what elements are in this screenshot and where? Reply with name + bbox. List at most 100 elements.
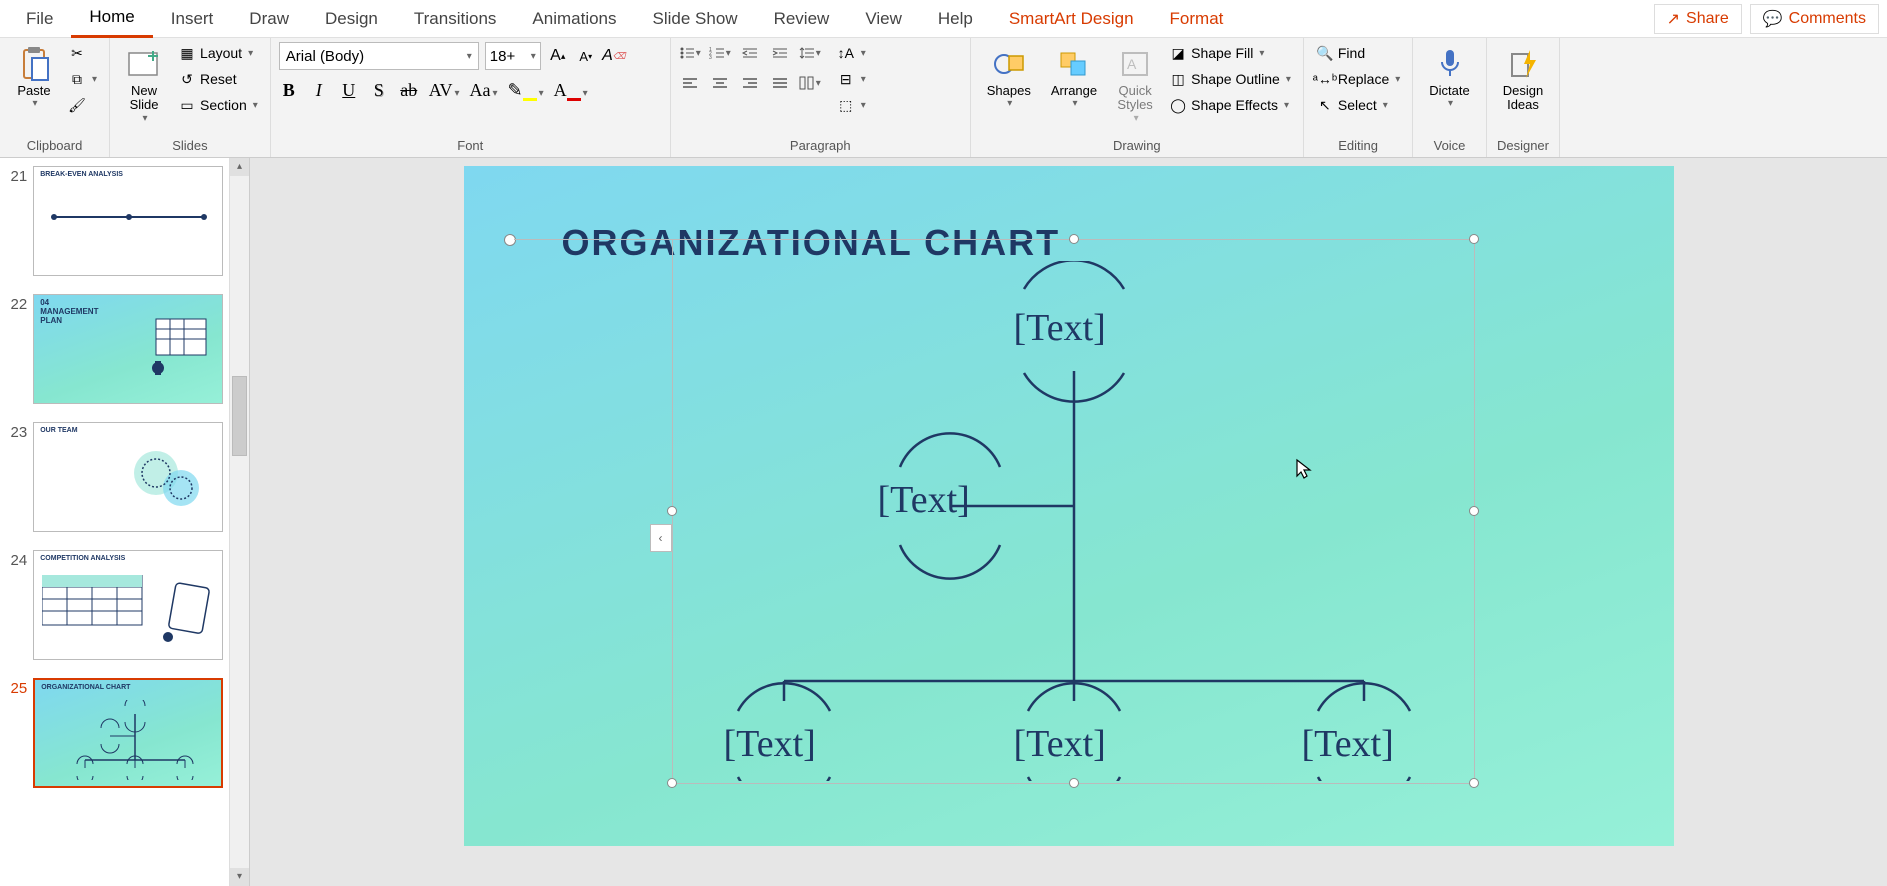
menu-insert[interactable]: Insert	[153, 1, 232, 37]
chevron-down-icon: ▾	[1134, 113, 1139, 124]
menu-help[interactable]: Help	[920, 1, 991, 37]
main-area: 21 BREAK-EVEN ANALYSIS 22 04 MANAGEMENT …	[0, 158, 1887, 886]
character-spacing-button[interactable]: AV▾	[429, 80, 460, 101]
font-size-select[interactable]: 18+▾	[485, 42, 541, 70]
org-node-1[interactable]: [Text]	[1014, 306, 1106, 350]
share-button[interactable]: ↗ Share	[1654, 4, 1742, 34]
selection-handle[interactable]	[1469, 778, 1479, 788]
align-left-button[interactable]	[679, 72, 701, 94]
thumbnail-25[interactable]: 25 ORGANIZATIONAL CHART	[4, 678, 245, 788]
clear-formatting-button[interactable]: A⌫	[603, 45, 625, 67]
selection-handle[interactable]	[1469, 234, 1479, 244]
new-slide-button[interactable]: New Slide ▾	[118, 42, 170, 128]
shapes-button[interactable]: Shapes▾	[979, 42, 1039, 113]
slide-title[interactable]: ORGANIZATIONAL CHART	[562, 222, 1061, 264]
menu-draw[interactable]: Draw	[231, 1, 307, 37]
designer-group-label: Designer	[1495, 136, 1551, 155]
select-button[interactable]: ↖Select▾	[1312, 94, 1404, 116]
increase-font-button[interactable]: A▴	[547, 45, 569, 67]
dictate-button[interactable]: Dictate▾	[1421, 42, 1477, 113]
layout-button[interactable]: ▦Layout▾	[174, 42, 262, 64]
chevron-down-icon: ▾	[1072, 98, 1077, 109]
shape-effects-button[interactable]: ◯Shape Effects▾	[1165, 94, 1295, 116]
line-spacing-button[interactable]: ▾	[799, 42, 821, 64]
numbering-button[interactable]: 123▾	[709, 42, 731, 64]
chevron-down-icon: ▾	[583, 88, 588, 99]
justify-button[interactable]	[769, 72, 791, 94]
thumb-title: OUR TEAM	[34, 423, 222, 438]
menu-design[interactable]: Design	[307, 1, 396, 37]
org-node-5[interactable]: [Text]	[1302, 722, 1394, 766]
reset-button[interactable]: ↺Reset	[174, 68, 262, 90]
menu-home[interactable]: Home	[71, 0, 152, 38]
shadow-button[interactable]: S	[369, 80, 389, 101]
selection-handle[interactable]	[667, 506, 677, 516]
increase-indent-button[interactable]	[769, 42, 791, 64]
menu-review[interactable]: Review	[756, 1, 848, 37]
scroll-down-icon[interactable]: ▾	[230, 868, 249, 886]
menu-view[interactable]: View	[847, 1, 920, 37]
thumbnail-24[interactable]: 24 COMPETITION ANALYSIS	[4, 550, 245, 660]
font-color-button[interactable]: A▾	[554, 80, 588, 101]
convert-smartart-button[interactable]: ⬚▾	[833, 94, 870, 116]
align-center-button[interactable]	[709, 72, 731, 94]
scroll-handle[interactable]	[232, 376, 247, 456]
slide-editor-area[interactable]: ORGANIZATIONAL CHART ‹	[250, 158, 1887, 886]
thumbnail-22[interactable]: 22 04 MANAGEMENT PLAN	[4, 294, 245, 404]
menu-animations[interactable]: Animations	[514, 1, 634, 37]
replace-label: Replace	[1338, 71, 1389, 87]
decrease-indent-button[interactable]	[739, 42, 761, 64]
columns-button[interactable]: ▾	[799, 72, 821, 94]
selection-handle[interactable]	[1069, 234, 1079, 244]
format-painter-button[interactable]: 🖌	[64, 94, 101, 116]
shape-outline-button[interactable]: ◫Shape Outline▾	[1165, 68, 1295, 90]
outline-icon: ◫	[1169, 70, 1187, 88]
italic-button[interactable]: I	[309, 80, 329, 101]
highlight-color-button[interactable]: ✎▾	[508, 80, 544, 101]
paste-button[interactable]: Paste ▾	[8, 42, 60, 113]
arrange-button[interactable]: Arrange▾	[1043, 42, 1105, 113]
menu-smartart-design[interactable]: SmartArt Design	[991, 1, 1152, 37]
smartart-text-pane-toggle[interactable]: ‹	[650, 524, 672, 552]
text-direction-button[interactable]: ↕A▾	[833, 42, 870, 64]
align-right-button[interactable]	[739, 72, 761, 94]
bullets-button[interactable]: ▾	[679, 42, 701, 64]
org-node-4[interactable]: [Text]	[1014, 722, 1106, 766]
align-text-button[interactable]: ⊟▾	[833, 68, 870, 90]
strikethrough-button[interactable]: ab	[399, 80, 419, 101]
thumbnails-scrollbar[interactable]: ▴ ▾	[229, 158, 249, 886]
selection-handle[interactable]	[667, 778, 677, 788]
paste-label: Paste	[17, 84, 50, 98]
menu-slideshow[interactable]: Slide Show	[635, 1, 756, 37]
find-button[interactable]: 🔍Find	[1312, 42, 1404, 64]
decrease-font-button[interactable]: A▾	[575, 45, 597, 67]
menu-transitions[interactable]: Transitions	[396, 1, 515, 37]
scroll-up-icon[interactable]: ▴	[230, 158, 249, 176]
reset-label: Reset	[200, 71, 237, 87]
selection-handle[interactable]	[1469, 506, 1479, 516]
design-ideas-button[interactable]: Design Ideas	[1495, 42, 1551, 117]
org-node-2[interactable]: [Text]	[878, 478, 970, 522]
group-clipboard: Paste ▾ ✂ ⧉▾ 🖌 Clipboard	[0, 38, 110, 157]
scroll-track[interactable]	[230, 176, 249, 868]
shape-fill-button[interactable]: ◪Shape Fill▾	[1165, 42, 1295, 64]
rotate-handle[interactable]	[504, 234, 516, 246]
menu-format[interactable]: Format	[1152, 1, 1242, 37]
copy-button[interactable]: ⧉▾	[64, 68, 101, 90]
comments-button[interactable]: 💬 Comments	[1750, 4, 1879, 34]
change-case-button[interactable]: Aa▾	[469, 80, 497, 101]
section-button[interactable]: ▭Section▾	[174, 94, 262, 116]
text-direction-icon: ↕A	[837, 44, 855, 62]
cut-button[interactable]: ✂	[64, 42, 101, 64]
font-name-select[interactable]: Arial (Body)▾	[279, 42, 479, 70]
font-size-value: 18+	[490, 48, 515, 65]
bold-button[interactable]: B	[279, 80, 299, 101]
org-node-3[interactable]: [Text]	[724, 722, 816, 766]
slide-canvas[interactable]: ORGANIZATIONAL CHART ‹	[464, 166, 1674, 846]
underline-button[interactable]: U	[339, 80, 359, 101]
replace-button[interactable]: ᵃ↔ᵇReplace▾	[1312, 68, 1404, 90]
menu-file[interactable]: File	[8, 1, 71, 37]
quick-styles-button[interactable]: A Quick Styles▾	[1109, 42, 1161, 128]
thumbnail-23[interactable]: 23 OUR TEAM	[4, 422, 245, 532]
thumbnail-21[interactable]: 21 BREAK-EVEN ANALYSIS	[4, 166, 245, 276]
